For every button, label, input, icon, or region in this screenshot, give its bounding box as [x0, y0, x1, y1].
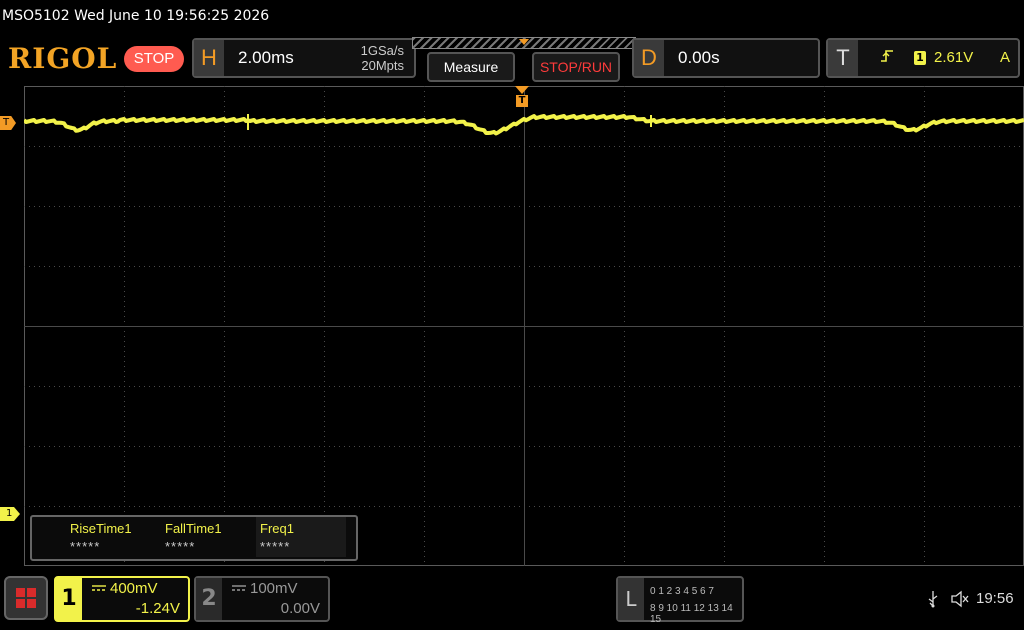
ch1-scale: 400mV — [110, 580, 158, 597]
horizontal-panel[interactable]: H 2.00ms 1GSa/s 20Mpts — [192, 38, 416, 78]
usb-icon — [926, 590, 940, 608]
ch2-offset: 0.00V — [280, 600, 320, 617]
trigger-position-arrow — [515, 86, 529, 94]
ch1-panel[interactable]: 1 400mV -1.24V — [54, 576, 190, 622]
memory-depth: 20Mpts — [361, 58, 404, 73]
measurement-value: ***** — [165, 539, 196, 554]
trigger-level-marker[interactable]: T — [0, 116, 16, 130]
stop-run-button[interactable]: STOP/RUN — [532, 52, 620, 82]
trigger-label: T — [828, 40, 858, 76]
measurement-panel[interactable]: RiseTime1 ***** FallTime1 ***** Freq1 **… — [30, 515, 358, 561]
measurement-item[interactable]: FallTime1 ***** — [165, 521, 255, 554]
trigger-level: 2.61V — [934, 49, 974, 66]
measurement-value: ***** — [70, 539, 101, 554]
logic-analyzer-panel[interactable]: L 0 1 2 3 4 5 6 7 8 9 10 11 12 13 14 15 — [616, 576, 744, 625]
logic-channels-row2: 8 9 10 11 12 13 14 15 — [650, 603, 733, 625]
menu-grid-icon[interactable] — [4, 576, 48, 620]
logic-channels-row1: 0 1 2 3 4 5 6 7 — [650, 586, 714, 597]
horizontal-label: H — [194, 40, 224, 76]
memory-position-marker — [519, 39, 529, 45]
dc-coupling-icon — [232, 582, 246, 595]
ch2-panel[interactable]: 2 100mV 0.00V — [194, 576, 330, 622]
ch2-number: 2 — [196, 578, 222, 620]
delay-panel[interactable]: D 0.00s — [632, 38, 820, 78]
measurement-label: RiseTime1 — [70, 521, 132, 536]
trigger-source: 1 — [914, 51, 926, 65]
rigol-logo: RIGOL — [8, 42, 118, 75]
measurement-label: Freq1 — [260, 521, 294, 536]
title-text: MSO5102 Wed June 10 19:56:25 2026 — [2, 8, 270, 24]
ch1-offset: -1.24V — [135, 600, 180, 617]
measurement-item[interactable]: Freq1 ***** — [256, 517, 346, 557]
measurement-label: FallTime1 — [165, 521, 222, 536]
measure-button[interactable]: Measure — [427, 52, 515, 82]
timebase-value: 2.00ms — [238, 48, 294, 67]
trigger-position-marker[interactable]: T — [515, 86, 529, 108]
trigger-position-label: T — [516, 95, 528, 107]
delay-value: 0.00s — [678, 48, 720, 67]
ch2-scale: 100mV — [250, 580, 298, 597]
run-state-badge[interactable]: STOP — [124, 46, 184, 72]
ch1-number: 1 — [56, 578, 82, 620]
waveform-display[interactable] — [24, 86, 1024, 566]
delay-label: D — [634, 40, 664, 76]
trigger-panel[interactable]: T 1 2.61V A — [826, 38, 1020, 78]
dc-coupling-icon — [92, 582, 106, 595]
speaker-muted-icon[interactable] — [950, 590, 970, 608]
title-bar: MSO5102 Wed June 10 19:56:25 2026 — [0, 0, 1024, 34]
sample-rate: 1GSa/s — [360, 43, 404, 58]
clock: 19:56 — [976, 590, 1014, 607]
measurement-item[interactable]: RiseTime1 ***** — [70, 521, 160, 554]
trigger-mode: A — [1000, 49, 1011, 66]
rising-edge-icon — [880, 48, 894, 68]
bottom-status-bar: 1 400mV -1.24V 2 100mV 0.00V L 0 1 2 3 4… — [0, 570, 1024, 630]
graticule — [24, 86, 1024, 566]
logic-label: L — [618, 578, 644, 620]
top-toolbar: RIGOL STOP H 2.00ms 1GSa/s 20Mpts Measur… — [0, 34, 1024, 84]
measurement-value: ***** — [260, 539, 291, 554]
ch1-ground-marker[interactable]: 1 — [0, 507, 20, 521]
